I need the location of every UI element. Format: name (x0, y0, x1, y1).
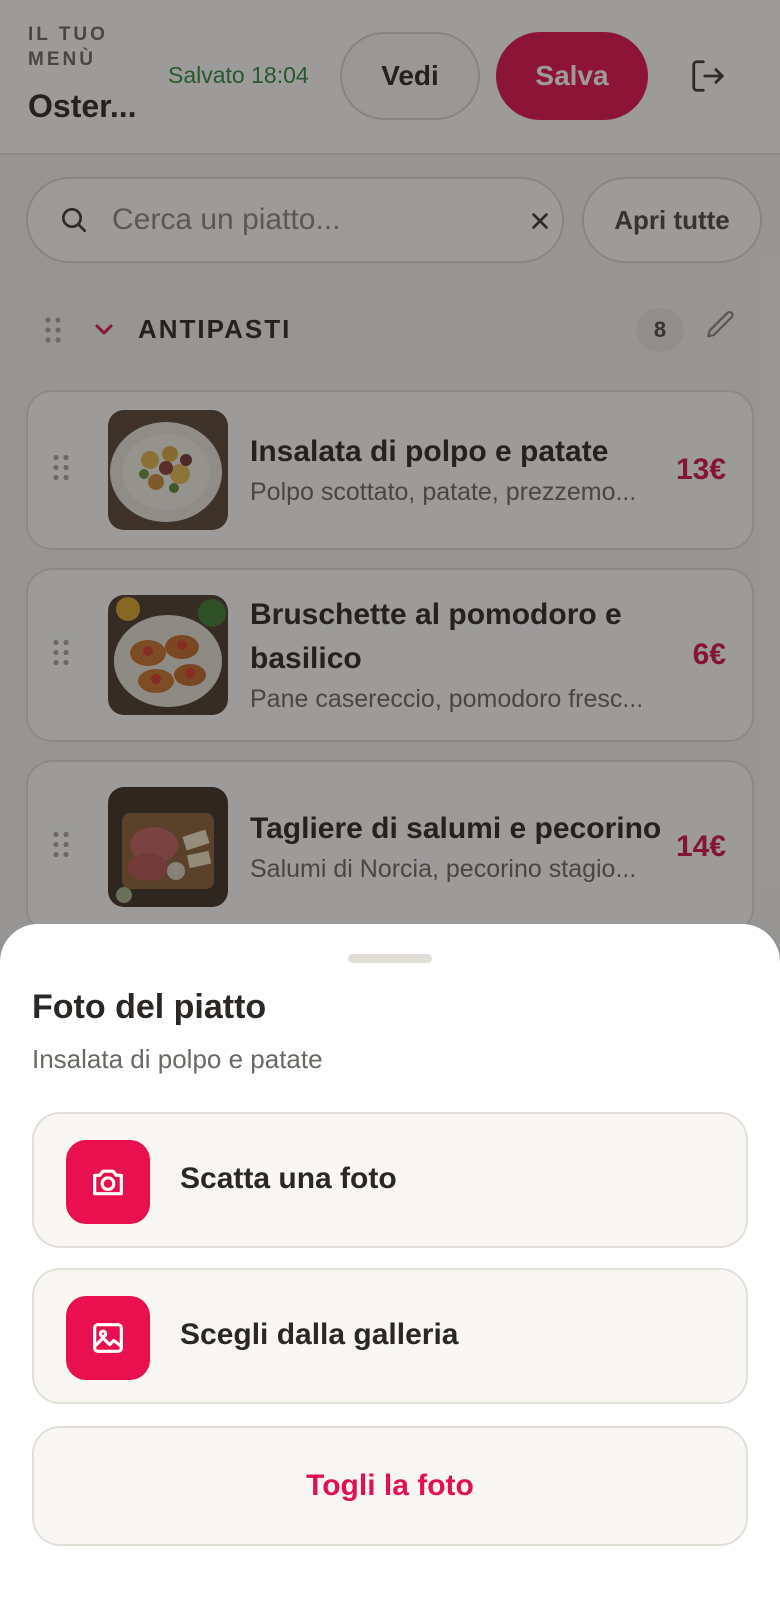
take-photo-option[interactable]: Scatta una foto (32, 1112, 748, 1248)
image-gallery-icon (66, 1296, 150, 1380)
camera-icon (66, 1140, 150, 1224)
gallery-option[interactable]: Scegli dalla galleria (32, 1268, 748, 1404)
sheet-drag-handle[interactable] (348, 954, 432, 963)
sheet-subtitle: Insalata di polpo e patate (32, 1044, 323, 1074)
photo-bottom-sheet: Foto del piatto Insalata di polpo e pata… (0, 924, 780, 1600)
sheet-title: Foto del piatto (32, 988, 267, 1026)
gallery-label: Scegli dalla galleria (180, 1318, 459, 1351)
remove-photo-button[interactable]: Togli la foto (32, 1426, 748, 1546)
take-photo-label: Scatta una foto (180, 1162, 397, 1195)
